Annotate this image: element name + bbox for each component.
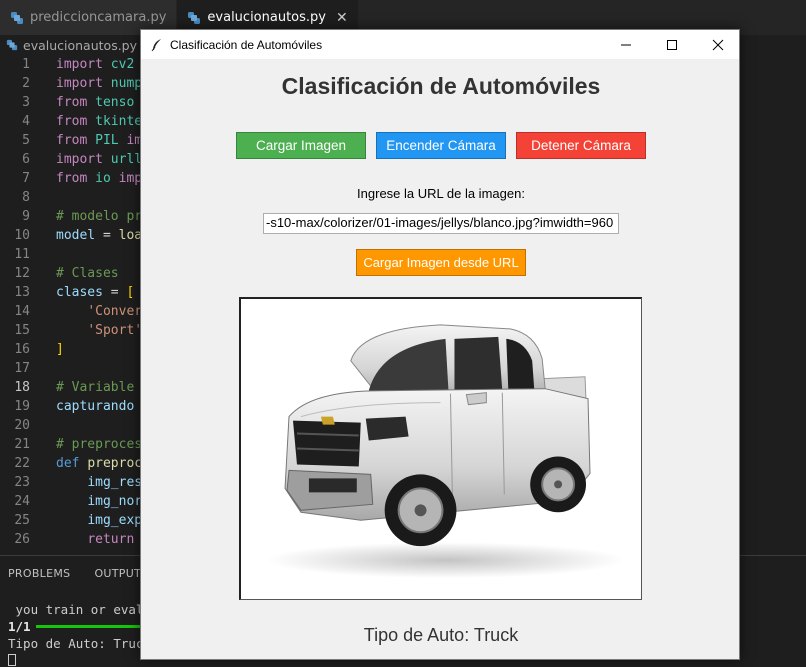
code-text: # modelo pr bbox=[56, 209, 143, 224]
url-input[interactable]: -s10-max/colorizer/01-images/jellys/blan… bbox=[263, 213, 619, 234]
minimize-button[interactable] bbox=[603, 30, 649, 59]
python-file-icon bbox=[188, 11, 201, 24]
code-text: from io imp bbox=[56, 171, 143, 186]
code-text: import urll bbox=[56, 152, 143, 167]
stop-camera-button[interactable]: Detener Cámara bbox=[516, 132, 646, 159]
app-content: Clasificación de Automóviles Cargar Imag… bbox=[141, 59, 739, 659]
line-number: 22 bbox=[14, 456, 30, 471]
line-number: 20 bbox=[14, 418, 30, 433]
minimize-icon bbox=[621, 44, 631, 45]
line-number: 16 bbox=[14, 342, 30, 357]
code-text: clases = [ bbox=[56, 285, 135, 300]
code-text: import cv2 bbox=[56, 57, 135, 72]
line-number: 19 bbox=[14, 399, 30, 414]
line-number: 12 bbox=[14, 266, 30, 281]
code-text: 'Sport' bbox=[87, 323, 143, 338]
code-text: # Clases bbox=[56, 266, 119, 281]
line-number: 26 bbox=[14, 532, 30, 547]
line-number: 17 bbox=[14, 361, 30, 376]
tk-app-window: Clasificación de Automóviles Clasificaci… bbox=[140, 29, 740, 660]
terminal-cursor bbox=[8, 654, 16, 666]
line-number: 6 bbox=[22, 152, 30, 167]
code-text: capturando bbox=[56, 399, 135, 414]
close-button[interactable] bbox=[695, 30, 739, 59]
prediction-result: Tipo de Auto: Truck bbox=[363, 625, 519, 645]
line-number: 18 bbox=[14, 380, 30, 395]
code-text: # preproces bbox=[56, 437, 143, 452]
line-number: 8 bbox=[22, 190, 30, 205]
line-number: 24 bbox=[14, 494, 30, 509]
code-text: 'Conver bbox=[87, 304, 143, 319]
start-camera-button[interactable]: Encender Cámara bbox=[376, 132, 506, 159]
line-number: 11 bbox=[14, 247, 30, 262]
line-number: 5 bbox=[22, 133, 30, 148]
code-text: # Variable bbox=[56, 380, 143, 395]
page-title: Clasificación de Automóviles bbox=[281, 73, 601, 99]
line-number: 10 bbox=[14, 228, 30, 243]
car-image bbox=[266, 324, 625, 579]
tab-label: evalucionautos.py bbox=[207, 10, 326, 25]
code-text: return bbox=[87, 532, 135, 547]
code-text: model = loa bbox=[56, 228, 143, 243]
terminal-line: 1/1 bbox=[8, 619, 31, 634]
line-number: 1 bbox=[22, 57, 30, 72]
url-input-value: -s10-max/colorizer/01-images/jellys/blan… bbox=[266, 215, 614, 230]
line-number: 23 bbox=[14, 475, 30, 490]
code-text: img_exp bbox=[87, 513, 143, 528]
line-number: 2 bbox=[22, 76, 30, 91]
python-file-icon bbox=[6, 39, 18, 51]
url-label: Ingrese la URL de la imagen: bbox=[357, 186, 525, 201]
line-number: 15 bbox=[14, 323, 30, 338]
line-number: 9 bbox=[22, 209, 30, 224]
window-titlebar[interactable]: Clasificación de Automóviles bbox=[141, 30, 739, 59]
line-number: 14 bbox=[14, 304, 30, 319]
python-file-icon bbox=[11, 11, 23, 24]
image-preview bbox=[239, 297, 642, 600]
load-url-button[interactable]: Cargar Imagen desde URL bbox=[356, 249, 526, 276]
code-text: from tenso bbox=[56, 95, 135, 110]
line-number: 3 bbox=[22, 95, 30, 110]
terminal-line: you train or evalu bbox=[8, 602, 151, 617]
code-text: from tkinte bbox=[56, 114, 143, 129]
code-text: from PIL im bbox=[56, 133, 143, 148]
code-text: img_res bbox=[87, 475, 143, 490]
tab-problems[interactable]: PROBLEMS bbox=[8, 567, 70, 580]
load-image-button[interactable]: Cargar Imagen bbox=[236, 132, 366, 159]
line-number: 4 bbox=[22, 114, 30, 129]
breadcrumb-file[interactable]: evalucionautos.py bbox=[23, 38, 137, 53]
close-icon[interactable]: ✕ bbox=[336, 10, 348, 26]
tab-label: prediccioncamara.py bbox=[30, 10, 167, 25]
terminal-line: Tipo de Auto: Truck bbox=[8, 636, 151, 651]
line-number: 21 bbox=[14, 437, 30, 452]
maximize-icon bbox=[667, 39, 677, 50]
tab-output[interactable]: OUTPUT bbox=[94, 567, 141, 580]
code-text: def preproc bbox=[56, 456, 143, 471]
code-text: ] bbox=[56, 342, 64, 357]
code-text: img_nor bbox=[87, 494, 143, 509]
line-number: 7 bbox=[22, 171, 30, 186]
line-number: 25 bbox=[14, 513, 30, 528]
code-text: import nump bbox=[56, 76, 143, 91]
maximize-button[interactable] bbox=[649, 30, 695, 59]
window-title: Clasificación de Automóviles bbox=[170, 37, 323, 52]
feather-icon bbox=[151, 38, 161, 51]
line-number: 13 bbox=[14, 285, 30, 300]
close-icon bbox=[712, 39, 724, 50]
